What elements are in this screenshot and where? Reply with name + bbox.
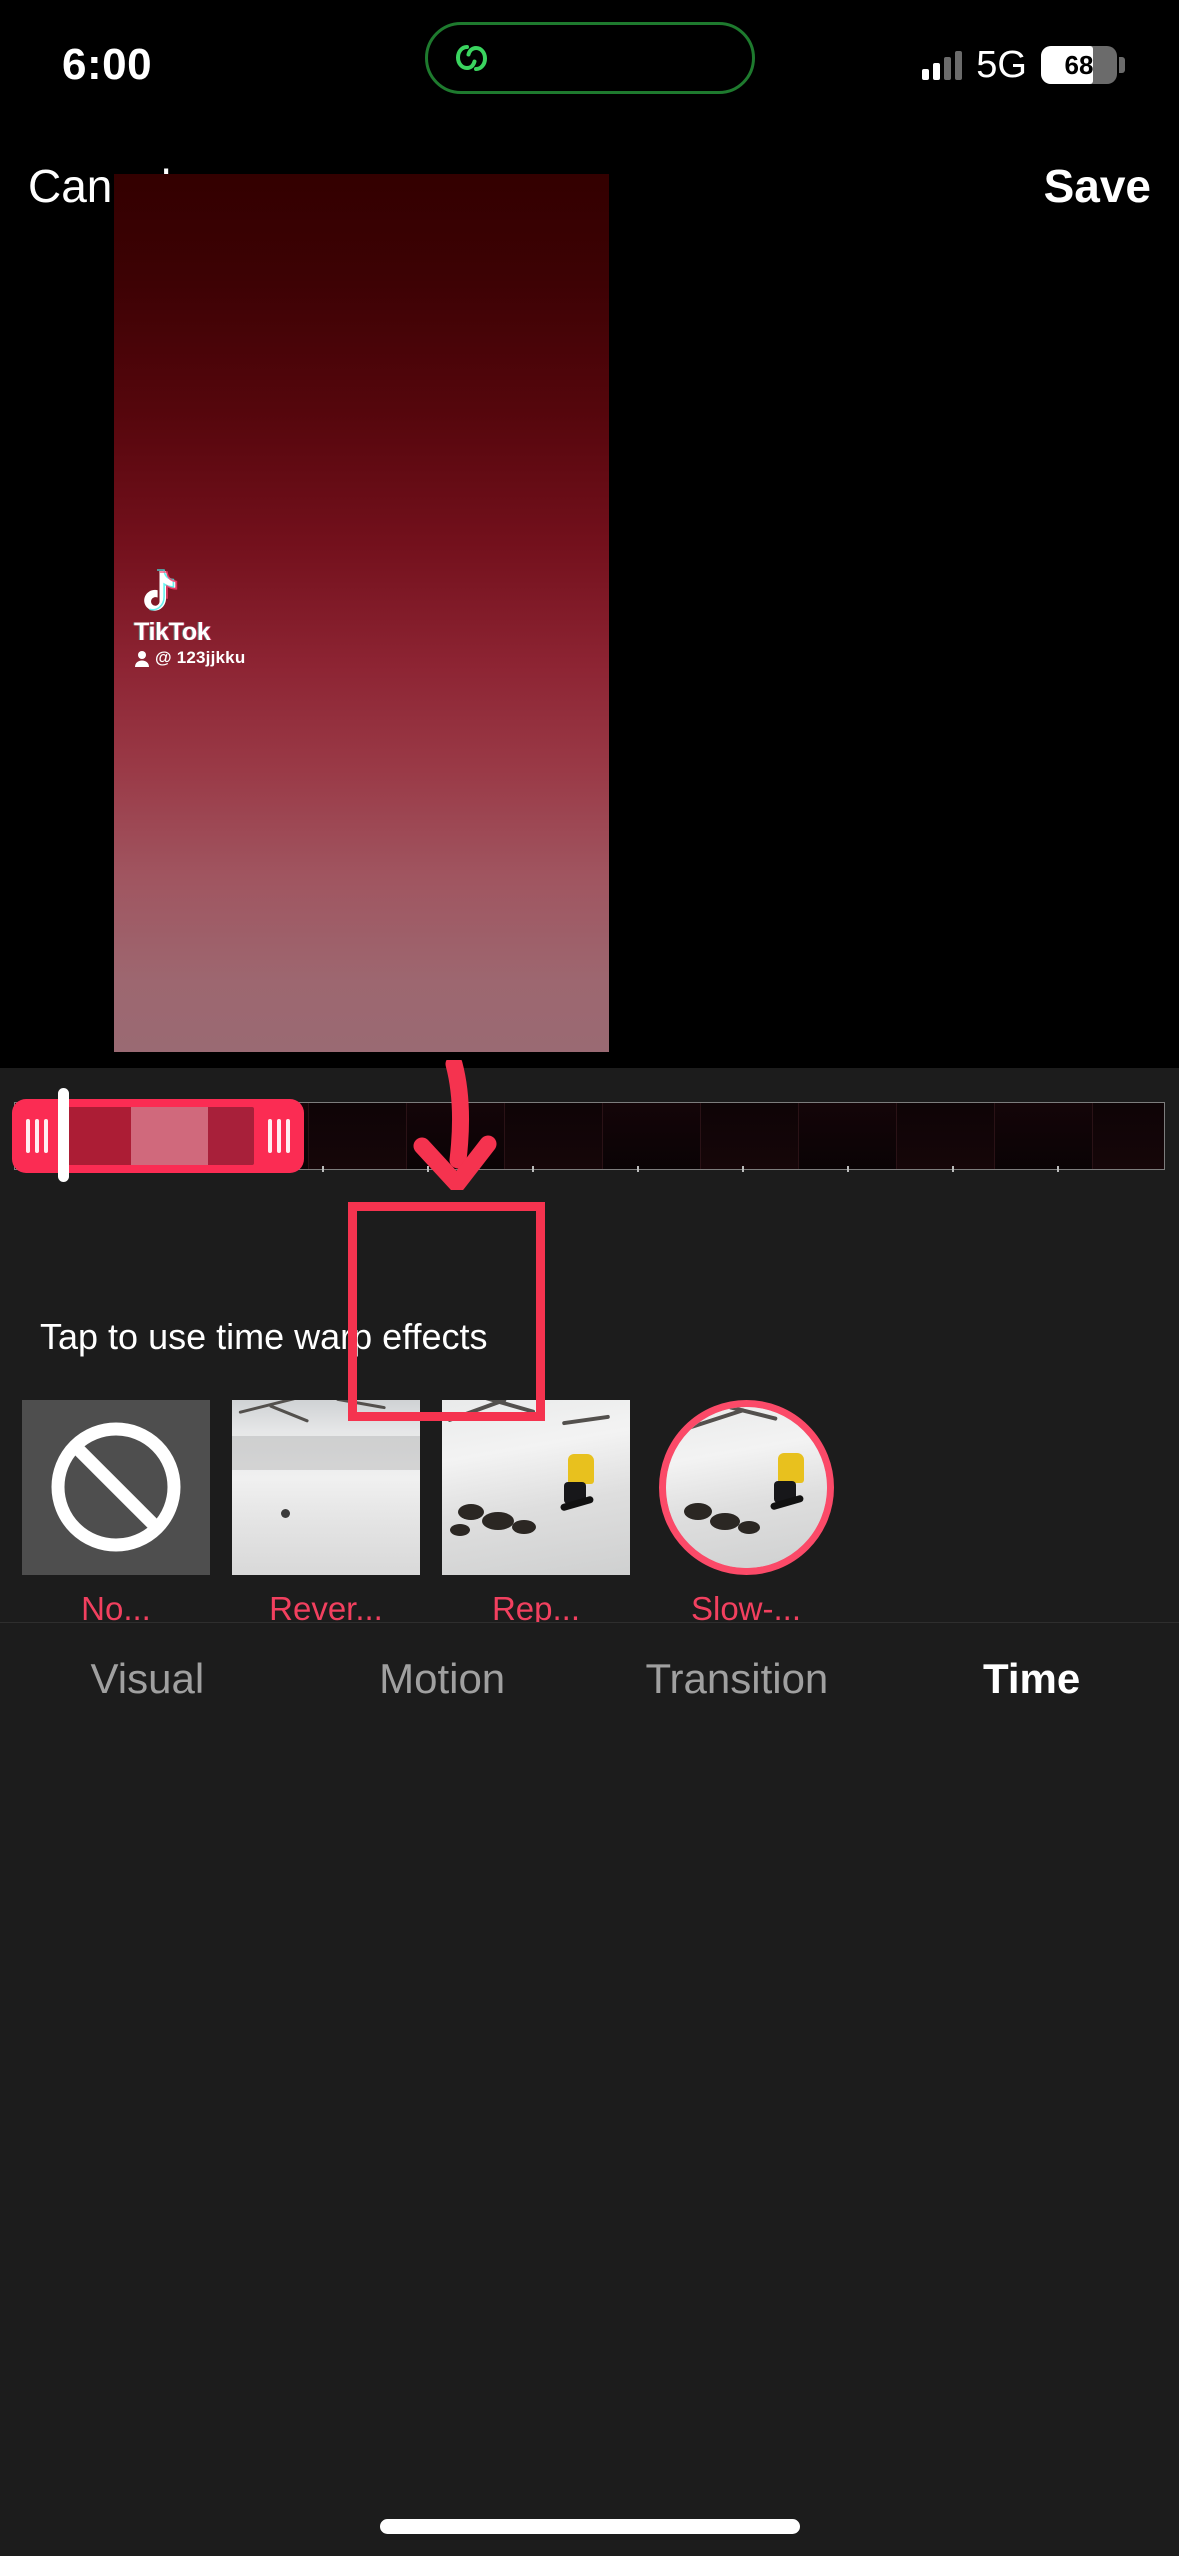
dynamic-island[interactable] xyxy=(424,22,755,94)
trim-selection[interactable] xyxy=(12,1099,304,1173)
film-frame xyxy=(505,1103,603,1169)
trim-handle-left[interactable] xyxy=(12,1099,62,1173)
playhead-icon[interactable] xyxy=(58,1088,69,1182)
battery-percent-label: 68 xyxy=(1064,50,1094,80)
timeline-panel xyxy=(0,1068,1179,1290)
effect-item-none[interactable]: No... xyxy=(22,1400,210,1628)
tiktok-watermark: TikTok @ 123jjkku xyxy=(134,569,245,668)
tab-motion[interactable]: Motion xyxy=(295,1655,590,1703)
film-frame xyxy=(407,1103,505,1169)
film-frame xyxy=(799,1103,897,1169)
film-frame xyxy=(995,1103,1093,1169)
effect-item-repeat[interactable]: Rep... xyxy=(442,1400,630,1628)
home-indicator[interactable] xyxy=(379,2519,800,2534)
tab-time[interactable]: Time xyxy=(884,1655,1179,1703)
slow-motion-thumbnail[interactable] xyxy=(658,1400,834,1575)
battery-cap xyxy=(1119,57,1125,73)
no-effect-thumbnail[interactable] xyxy=(22,1400,210,1575)
time-effects-row: No... Rever... Rep... Slow-... xyxy=(0,1400,1179,1627)
cellular-bars-icon xyxy=(922,50,963,80)
reverse-thumbnail[interactable] xyxy=(232,1400,420,1575)
video-preview[interactable]: TikTok @ 123jjkku xyxy=(114,174,609,1052)
film-frame xyxy=(309,1103,407,1169)
link-chain-icon xyxy=(450,36,494,80)
status-bar: 6:00 5G 68 xyxy=(0,0,1179,130)
trim-clip-preview xyxy=(62,1107,254,1165)
person-icon xyxy=(134,650,150,667)
bottom-safe-area xyxy=(0,1734,1179,2556)
film-frame xyxy=(1093,1103,1164,1169)
tiktok-video-editor-screen: 6:00 5G 68 Cancel Save TikTok @ 123jjkku… xyxy=(0,0,1179,2556)
status-bar-clock: 6:00 xyxy=(62,40,153,89)
tab-visual[interactable]: Visual xyxy=(0,1655,295,1703)
battery-icon: 68 xyxy=(1041,46,1125,84)
effects-hint-label: Tap to use time warp effects xyxy=(40,1316,488,1357)
tiktok-handle-label: @ 123jjkku xyxy=(155,648,246,668)
tab-transition[interactable]: Transition xyxy=(590,1655,885,1703)
tiktok-note-icon xyxy=(134,569,178,617)
effect-item-reverse[interactable]: Rever... xyxy=(232,1400,420,1628)
effect-item-slow-motion[interactable]: Slow-... xyxy=(652,1400,840,1628)
status-bar-indicators: 5G 68 xyxy=(922,43,1125,87)
network-type-label: 5G xyxy=(976,43,1027,86)
tiktok-handle-row: @ 123jjkku xyxy=(134,648,245,668)
editor-tab-bar: Visual Motion Transition Time xyxy=(0,1622,1179,1734)
film-frame xyxy=(897,1103,995,1169)
repeat-thumbnail[interactable] xyxy=(442,1400,630,1575)
film-frame xyxy=(603,1103,701,1169)
trim-handle-right[interactable] xyxy=(254,1099,304,1173)
save-button[interactable]: Save xyxy=(1044,159,1151,213)
film-frame xyxy=(701,1103,799,1169)
tiktok-wordmark: TikTok xyxy=(134,618,211,646)
no-effect-icon xyxy=(22,1400,210,1575)
